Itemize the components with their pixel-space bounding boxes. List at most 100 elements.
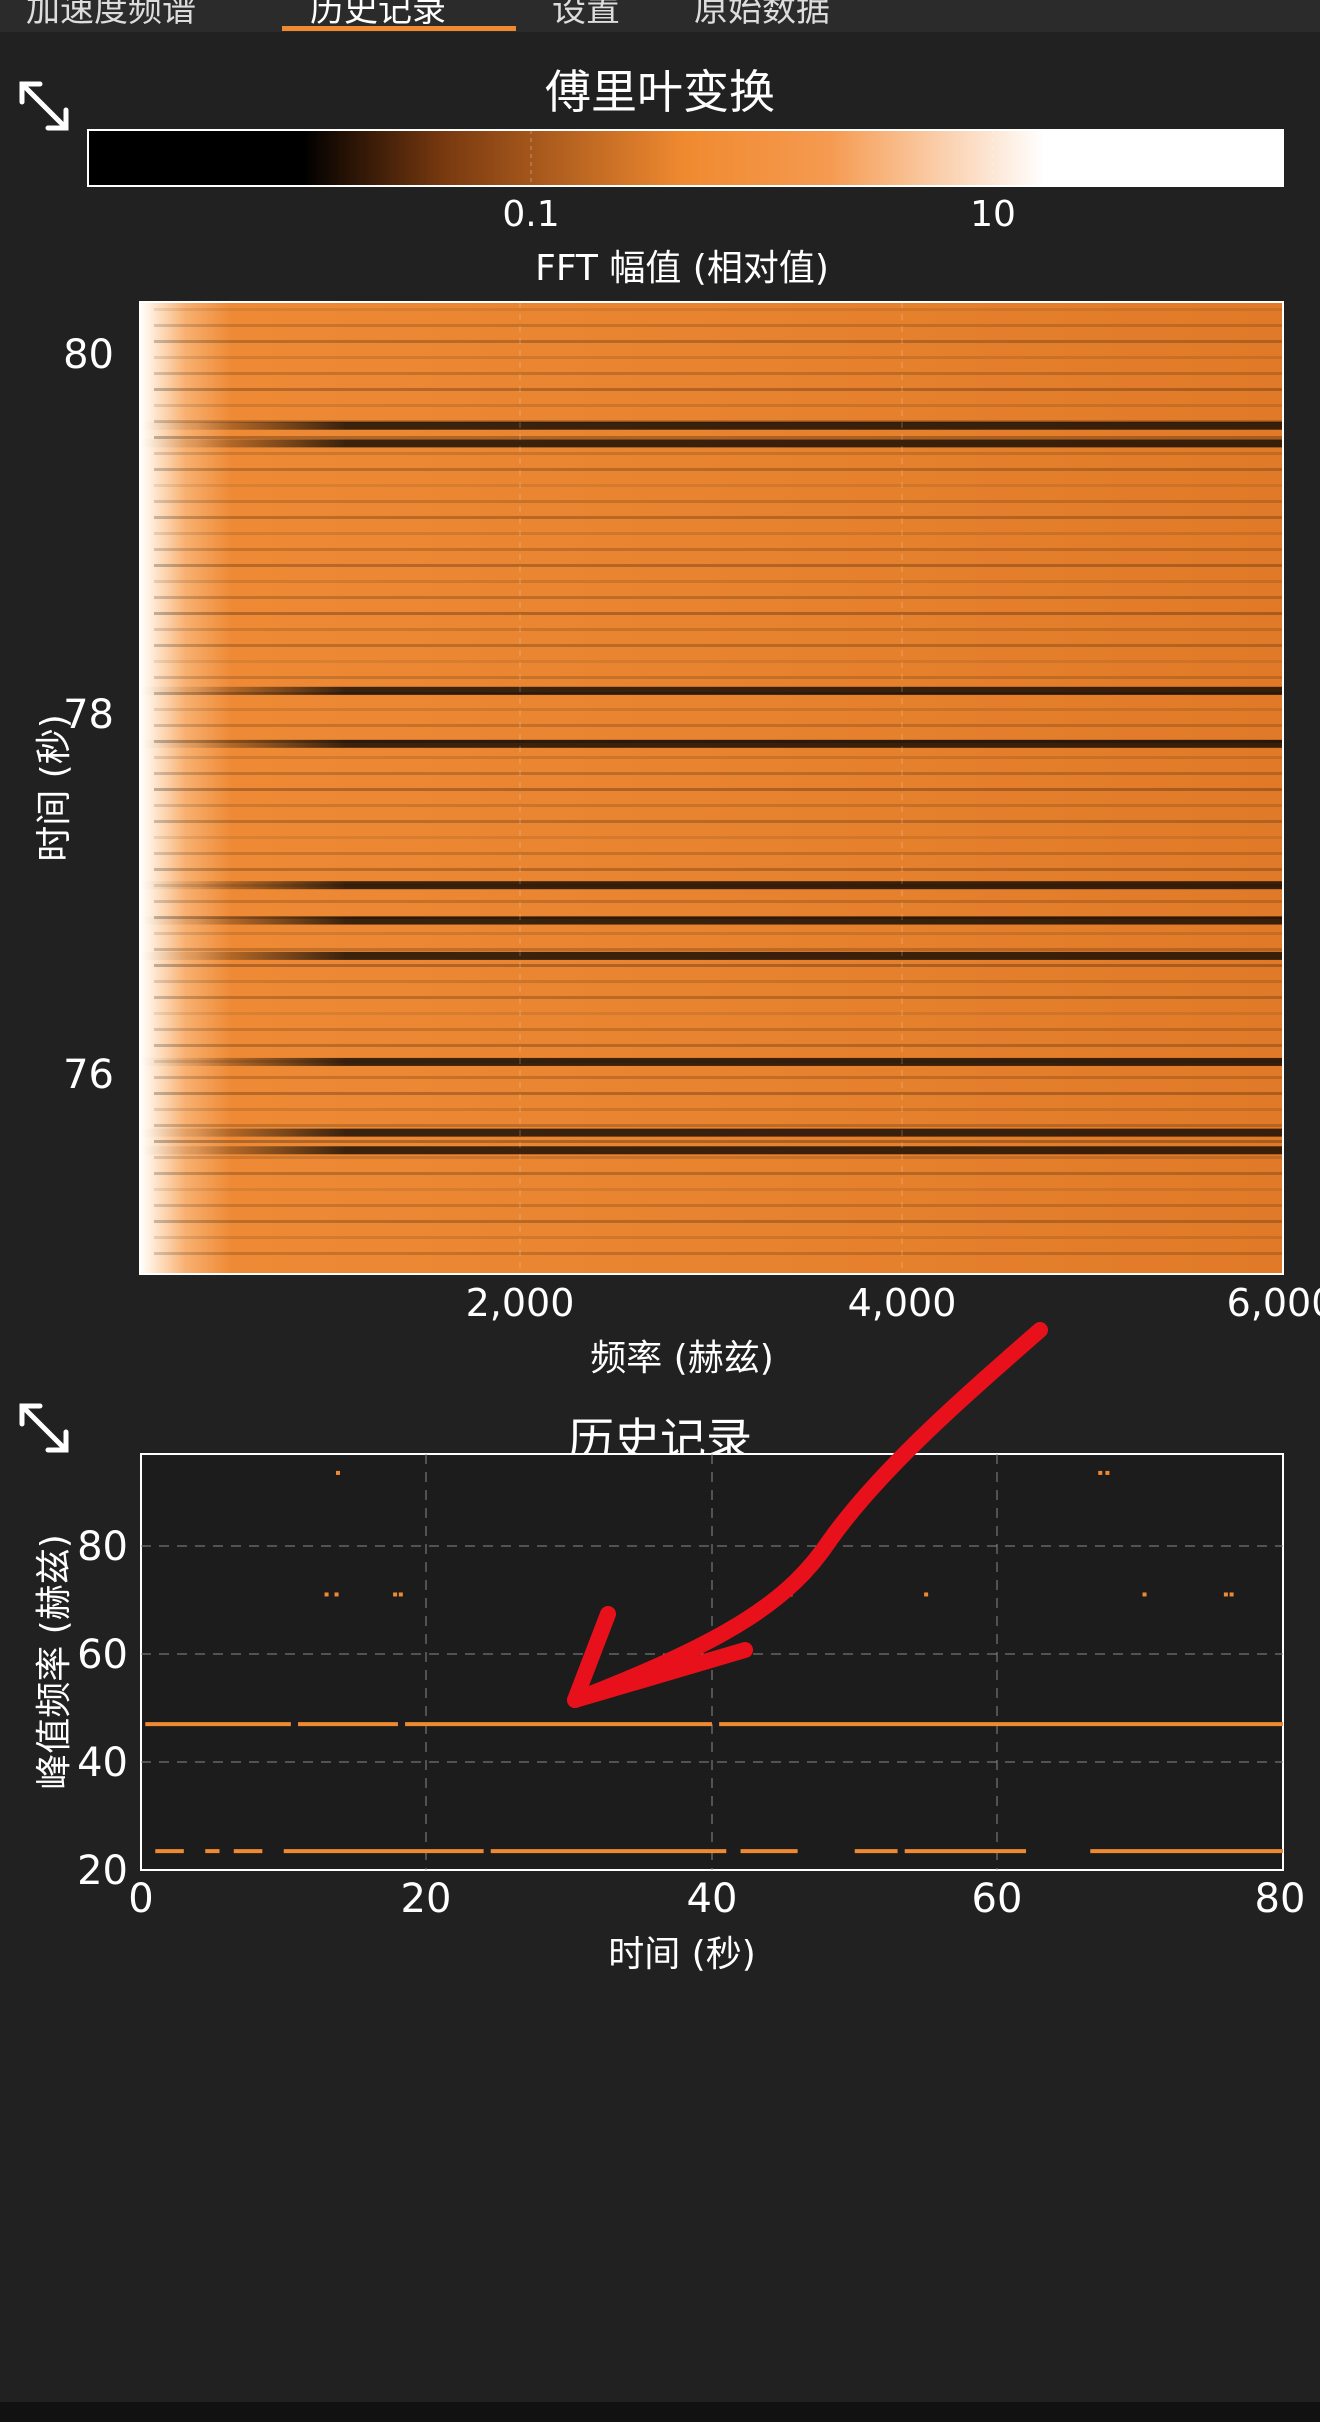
heatmap-stripe [154, 452, 1283, 455]
history-point [1105, 1470, 1110, 1475]
fft-ytick: 80 [63, 332, 114, 378]
fft-ytick: 76 [63, 1052, 114, 1098]
history-point [1098, 1470, 1103, 1475]
heatmap-stripe [154, 756, 1283, 759]
heatmap-stripe [154, 708, 1283, 711]
heatmap-stripe [154, 356, 1283, 359]
heatmap-stripe [154, 1156, 1283, 1159]
heatmap-stripe [154, 596, 1283, 599]
heatmap-stripe [154, 1028, 1283, 1031]
heatmap-stripe [154, 1172, 1283, 1175]
heatmap-stripe [154, 388, 1283, 391]
heatmap-stripe [154, 804, 1283, 807]
heatmap-stripe [154, 612, 1283, 615]
history-point [334, 1592, 339, 1597]
heatmap-stripe [154, 980, 1283, 983]
history-xtick: 80 [1255, 1876, 1306, 1922]
heatmap-stripe [154, 1012, 1283, 1015]
heatmap-dark-band [140, 916, 1283, 925]
fft-title: 傅里叶变换 [545, 65, 775, 119]
colorbar-label: FFT 幅值 (相对值) [535, 248, 829, 289]
heatmap-dark-band [140, 881, 1283, 890]
heatmap-stripe [154, 340, 1283, 343]
history-xlabel: 时间 (秒) [608, 1934, 756, 1975]
history-point [788, 1592, 793, 1597]
fft-xlabel: 频率 (赫兹) [590, 1338, 774, 1379]
history-chart: 历史记录 20 40 60 80 0 20 40 60 80 时间 (秒) 峰值… [34, 1413, 1306, 1975]
heatmap-stripe [154, 1092, 1283, 1095]
colorbar-tick-label: 0.1 [502, 194, 559, 235]
heatmap-stripe [154, 836, 1283, 839]
heatmap-stripe [154, 868, 1283, 871]
heatmap-stripe [154, 1204, 1283, 1207]
history-point [398, 1592, 403, 1597]
heatmap-stripe [154, 996, 1283, 999]
history-xtick: 60 [972, 1876, 1023, 1922]
history-point [774, 1592, 779, 1597]
heatmap-stripe [154, 1044, 1283, 1047]
heatmap-stripe [154, 308, 1283, 311]
heatmap-stripe [154, 772, 1283, 775]
heatmap-stripe [154, 788, 1283, 791]
heatmap [139, 301, 1284, 1275]
heatmap-stripe [154, 484, 1283, 487]
heatmap-stripe [154, 404, 1283, 407]
heatmap-stripe [154, 900, 1283, 903]
heatmap-stripe [154, 468, 1283, 471]
fft-ylabel: 时间 (秒) [34, 714, 75, 862]
heatmap-stripe [154, 532, 1283, 535]
heatmap-dark-band [140, 951, 1283, 960]
heatmap-stripe [154, 1220, 1283, 1223]
history-ylabel: 峰值频率 (赫兹) [34, 1534, 75, 1790]
history-ytick: 40 [77, 1740, 128, 1786]
history-ytick: 60 [77, 1632, 128, 1678]
heatmap-stripe [154, 724, 1283, 727]
heatmap-stripe [154, 564, 1283, 567]
heatmap-stripe [154, 948, 1283, 951]
heatmap-stripe [154, 1140, 1283, 1143]
history-point [924, 1592, 929, 1597]
fft-xtick: 4,000 [848, 1281, 957, 1325]
history-point [393, 1592, 398, 1597]
heatmap-stripe [154, 1076, 1283, 1079]
heatmap-dark-band [140, 1146, 1283, 1155]
heatmap-stripe [154, 644, 1283, 647]
heatmap-stripe [154, 372, 1283, 375]
heatmap-stripe [154, 580, 1283, 583]
fft-xtick: 2,000 [466, 1281, 575, 1325]
heatmap-stripe [154, 436, 1283, 439]
bottom-bar [0, 2402, 1320, 2422]
fft-chart: 傅里叶变换 0.1 10 FFT 幅值 (相对值) 80 78 76 2,000… [34, 65, 1320, 1379]
heatmap-stripe [154, 1252, 1283, 1255]
heatmap-stripe [154, 964, 1283, 967]
heatmap-stripe [154, 660, 1283, 663]
history-point [1223, 1592, 1228, 1597]
history-point [335, 1470, 340, 1475]
fft-xtick: 6,000 [1227, 1281, 1320, 1325]
heatmap-dark-band [140, 421, 1283, 430]
heatmap-stripe [154, 676, 1283, 679]
heatmap-stripe [154, 548, 1283, 551]
heatmap-stripe [154, 820, 1283, 823]
heatmap-stripe [154, 1108, 1283, 1111]
heatmap-stripe [154, 1236, 1283, 1239]
history-point [1229, 1592, 1234, 1597]
history-xtick: 20 [401, 1876, 452, 1922]
history-ytick: 20 [77, 1848, 128, 1894]
history-point [324, 1592, 329, 1597]
heatmap-stripe [154, 852, 1283, 855]
heatmap-stripe [154, 1124, 1283, 1127]
heatmap-dark-band [140, 686, 1283, 695]
heatmap-dark-band [140, 739, 1283, 748]
heatmap-stripe [154, 628, 1283, 631]
heatmap-stripe [154, 324, 1283, 327]
heatmap-dark-band [140, 1128, 1283, 1137]
history-xtick: 0 [128, 1876, 153, 1922]
heatmap-stripe [154, 500, 1283, 503]
heatmap-stripe [154, 516, 1283, 519]
heatmap-stripe [154, 1188, 1283, 1191]
colorbar-tick-label: 10 [970, 194, 1016, 235]
heatmap-stripe [154, 932, 1283, 935]
history-point [1142, 1592, 1147, 1597]
history-xtick: 40 [687, 1876, 738, 1922]
